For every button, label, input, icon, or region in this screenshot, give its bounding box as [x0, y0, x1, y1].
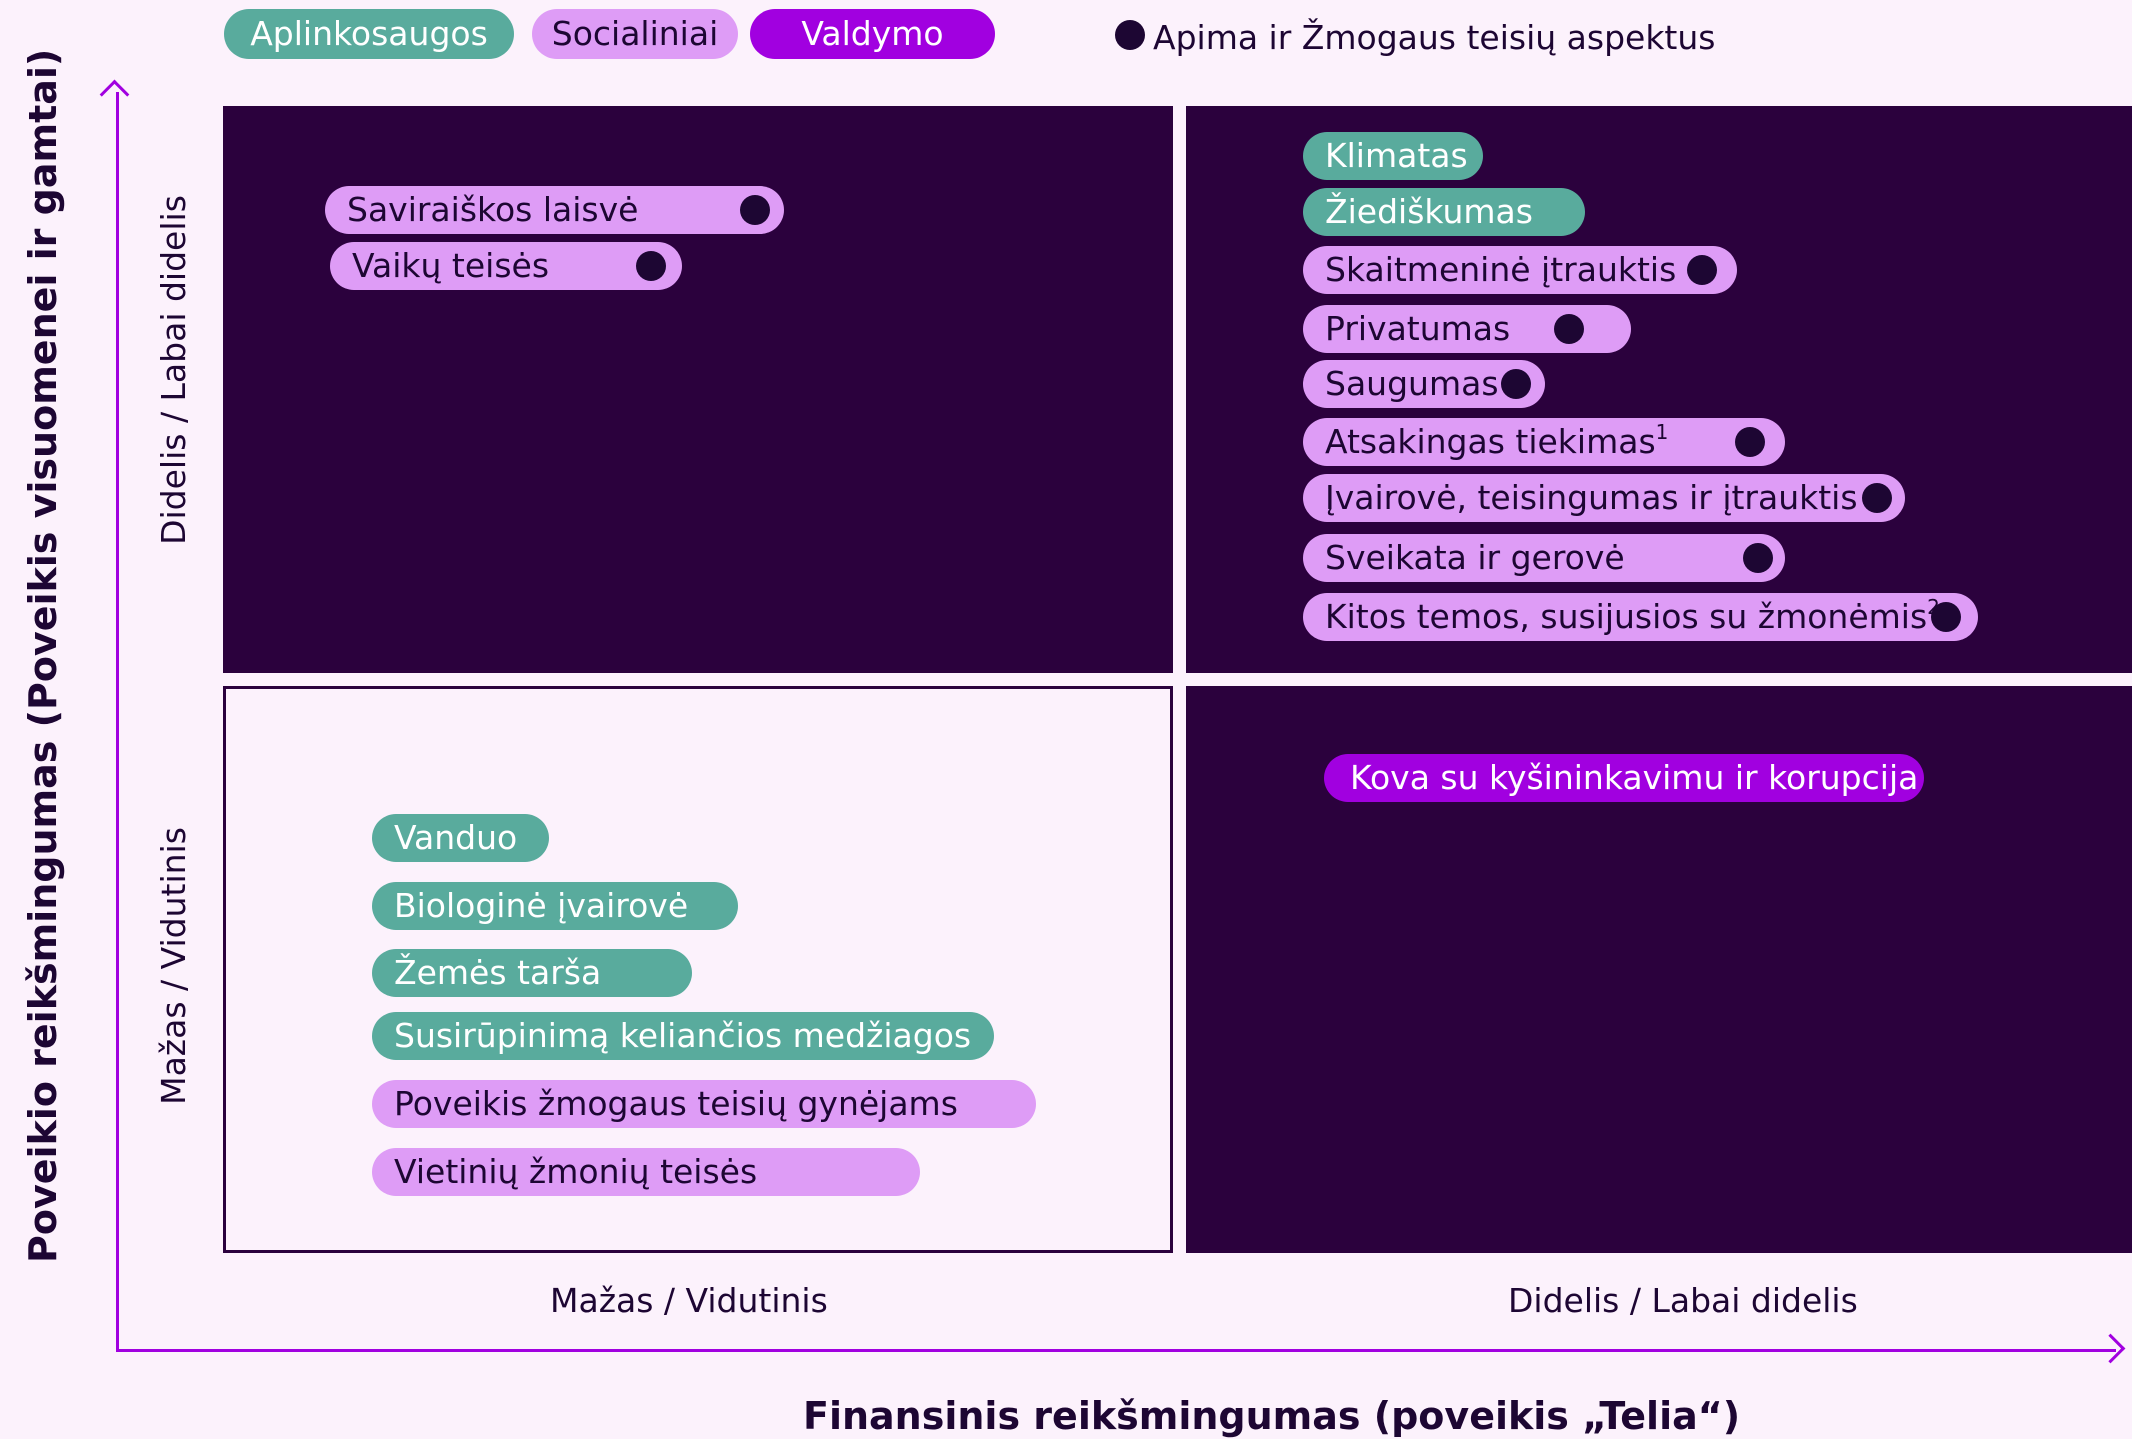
human-rights-marker-icon — [1931, 602, 1961, 632]
topic-label: Sveikata ir gerovė — [1325, 538, 1625, 577]
topic-label: Žemės tarša — [394, 953, 602, 992]
x-axis-line — [116, 1349, 2116, 1352]
human-rights-marker-icon — [1862, 483, 1892, 513]
topic-label: Atsakingas tiekimas — [1325, 422, 1656, 461]
x-tick-high: Didelis / Labai didelis — [1508, 1281, 1858, 1320]
x-tick-low: Mažas / Vidutinis — [550, 1281, 828, 1320]
topic-label: Vanduo — [394, 818, 518, 857]
topic-pill: Biologinė įvairovė — [372, 882, 738, 930]
y-axis-title: Poveikio reikšmingumas (Poveikis visuome… — [21, 48, 65, 1263]
topic-pill: Atsakingas tiekimas1 — [1303, 418, 1785, 466]
human-rights-marker-icon — [1735, 427, 1765, 457]
human-rights-marker-icon — [1687, 255, 1717, 285]
topic-label: Vaikų teisės — [352, 246, 550, 285]
topic-pill: Žiediškumas — [1303, 188, 1585, 236]
topic-label: Biologinė įvairovė — [394, 886, 689, 925]
topic-label: Vietinių žmonių teisės — [394, 1152, 758, 1191]
topic-label: Saviraiškos laisvė — [347, 190, 639, 229]
x-axis-arrow-icon — [2095, 1333, 2126, 1364]
topic-pill: Klimatas — [1303, 132, 1483, 180]
human-rights-marker-icon — [636, 251, 666, 281]
x-axis-title: Finansinis reikšmingumas (poveikis „Teli… — [803, 1394, 1741, 1438]
topic-label: Privatumas — [1325, 309, 1511, 348]
y-tick-high: Didelis / Labai didelis — [154, 195, 193, 545]
y-tick-low: Mažas / Vidutinis — [154, 827, 193, 1105]
topic-pill: Vietinių žmonių teisės — [372, 1148, 920, 1196]
topic-label: Susirūpinimą keliančios medžiagos — [394, 1016, 972, 1055]
legend-governance: Valdymo — [750, 9, 995, 59]
topic-pill: Kitos temos, susijusios su žmonėmis2 — [1303, 593, 1978, 641]
topic-pill: Skaitmeninė įtrauktis — [1303, 246, 1737, 294]
topic-label: Kova su kyšininkavimu ir korupcija — [1350, 758, 1919, 797]
legend-environmental: Aplinkosaugos — [224, 9, 514, 59]
topic-pill: Poveikis žmogaus teisių gynėjams — [372, 1080, 1036, 1128]
human-rights-marker-icon — [1554, 314, 1584, 344]
topic-pill: Vanduo — [372, 814, 549, 862]
human-rights-marker-icon — [740, 195, 770, 225]
topic-label: Kitos temos, susijusios su žmonėmis — [1325, 597, 1928, 636]
human-rights-marker-icon — [1115, 20, 1145, 50]
topic-pill: Saviraiškos laisvė — [325, 186, 784, 234]
human-rights-marker-icon — [1501, 369, 1531, 399]
legend-social: Socialiniai — [532, 9, 738, 59]
y-axis-arrow-icon — [99, 79, 130, 110]
topic-label: Poveikis žmogaus teisių gynėjams — [394, 1084, 958, 1123]
footnote-marker: 1 — [1655, 420, 1669, 444]
topic-pill: Saugumas — [1303, 360, 1545, 408]
topic-pill: Susirūpinimą keliančios medžiagos — [372, 1012, 994, 1060]
topic-pill: Įvairovė, teisingumas ir įtrauktis — [1303, 474, 1905, 522]
topic-label: Klimatas — [1325, 136, 1468, 175]
topic-pill: Vaikų teisės — [330, 242, 682, 290]
topic-pill: Sveikata ir gerovė — [1303, 534, 1785, 582]
topic-label: Saugumas — [1325, 364, 1499, 403]
topic-label: Įvairovė, teisingumas ir įtrauktis — [1325, 478, 1858, 517]
topic-pill: Žemės tarša — [372, 949, 692, 997]
topic-label: Skaitmeninė įtrauktis — [1325, 250, 1677, 289]
topic-label: Žiediškumas — [1325, 192, 1533, 231]
human-rights-marker-icon — [1743, 543, 1773, 573]
legend-human-rights-label: Apima ir Žmogaus teisių aspektus — [1153, 18, 1716, 57]
topic-pill: Privatumas — [1303, 305, 1631, 353]
y-axis-line — [116, 92, 119, 1352]
topic-pill: Kova su kyšininkavimu ir korupcija — [1324, 754, 1924, 802]
